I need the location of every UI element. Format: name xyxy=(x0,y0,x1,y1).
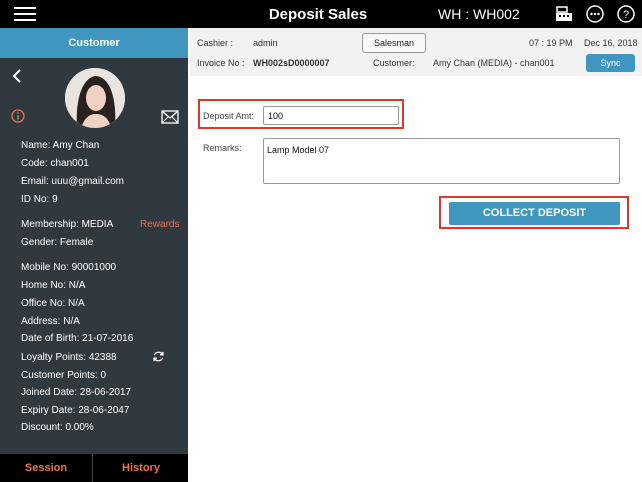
invoice-info-bar: Cashier : admin Salesman 07 : 19 PM Dec … xyxy=(190,28,642,76)
cashier-label: Cashier : xyxy=(197,38,234,48)
page-title: Deposit Sales xyxy=(268,6,368,23)
discount: Discount: 0.00% xyxy=(21,422,94,433)
salesman-button[interactable]: Salesman xyxy=(362,33,426,53)
back-arrow-icon[interactable] xyxy=(10,68,24,84)
info-icon[interactable] xyxy=(11,109,25,123)
refresh-icon[interactable] xyxy=(152,350,165,363)
deposit-sales-screen: Deposit Sales WH : WH002 ? Customer Name… xyxy=(0,0,642,482)
more-icon[interactable] xyxy=(585,4,605,24)
svg-text:?: ? xyxy=(623,9,629,21)
collect-deposit-button[interactable]: COLLECT DEPOSIT xyxy=(449,202,620,225)
deposit-amount-input[interactable] xyxy=(263,106,399,125)
customer-id-no: ID No: 9 xyxy=(21,194,58,205)
tab-history[interactable]: History xyxy=(94,454,188,482)
customer-value: Amy Chan (MEDIA) - chan001 xyxy=(433,58,555,68)
sync-button[interactable]: Sync xyxy=(586,54,635,72)
customer-home: Home No: N/A xyxy=(21,280,86,291)
joined-date: Joined Date: 28-06-2017 xyxy=(21,387,132,398)
time-display: 07 : 19 PM xyxy=(529,38,573,48)
expiry-date: Expiry Date: 28-06-2047 xyxy=(21,405,130,416)
sidebar-tabs: Session History xyxy=(0,454,188,482)
warehouse-label: WH : WH002 xyxy=(438,6,520,22)
customer-membership: Membership: MEDIA xyxy=(21,219,114,230)
customer-code: Code: chan001 xyxy=(21,158,89,169)
customer-gender: Gender: Female xyxy=(21,237,94,248)
customer-office: Office No: N/A xyxy=(21,298,85,309)
customer-points: Customer Points: 0 xyxy=(21,370,107,381)
customer-mobile: Mobile No: 90001000 xyxy=(21,262,117,273)
tab-session[interactable]: Session xyxy=(0,454,93,482)
customer-address: Address: N/A xyxy=(21,316,80,327)
remarks-input[interactable]: Lamp Model 07 xyxy=(263,138,620,184)
cashier-value: admin xyxy=(253,38,278,48)
invoice-label: Invoice No : xyxy=(197,58,245,68)
rewards-link[interactable]: Rewards xyxy=(140,219,179,230)
customer-sidebar: Customer Name: Amy Chan Code: chan001 Em… xyxy=(0,28,188,482)
avatar xyxy=(65,68,125,128)
deposit-label: Deposit Amt: xyxy=(203,111,255,121)
customer-email: Email: uuu@gmail.com xyxy=(21,176,124,187)
customer-label: Customer: xyxy=(373,58,415,68)
sidebar-header: Customer xyxy=(0,28,188,58)
help-icon[interactable]: ? xyxy=(616,4,636,24)
top-bar: Deposit Sales WH : WH002 ? xyxy=(0,0,642,28)
invoice-value: WH002sD0000007 xyxy=(253,58,330,68)
customer-dob: Date of Birth: 21-07-2016 xyxy=(21,333,134,344)
cash-register-icon[interactable] xyxy=(554,4,574,24)
menu-icon[interactable] xyxy=(14,7,36,21)
mail-icon[interactable] xyxy=(161,110,179,124)
date-display: Dec 16, 2018 xyxy=(584,38,638,48)
loyalty-points: Loyalty Points: 42388 xyxy=(21,352,117,363)
customer-name: Name: Amy Chan xyxy=(21,140,100,151)
remarks-label: Remarks: xyxy=(203,143,242,153)
